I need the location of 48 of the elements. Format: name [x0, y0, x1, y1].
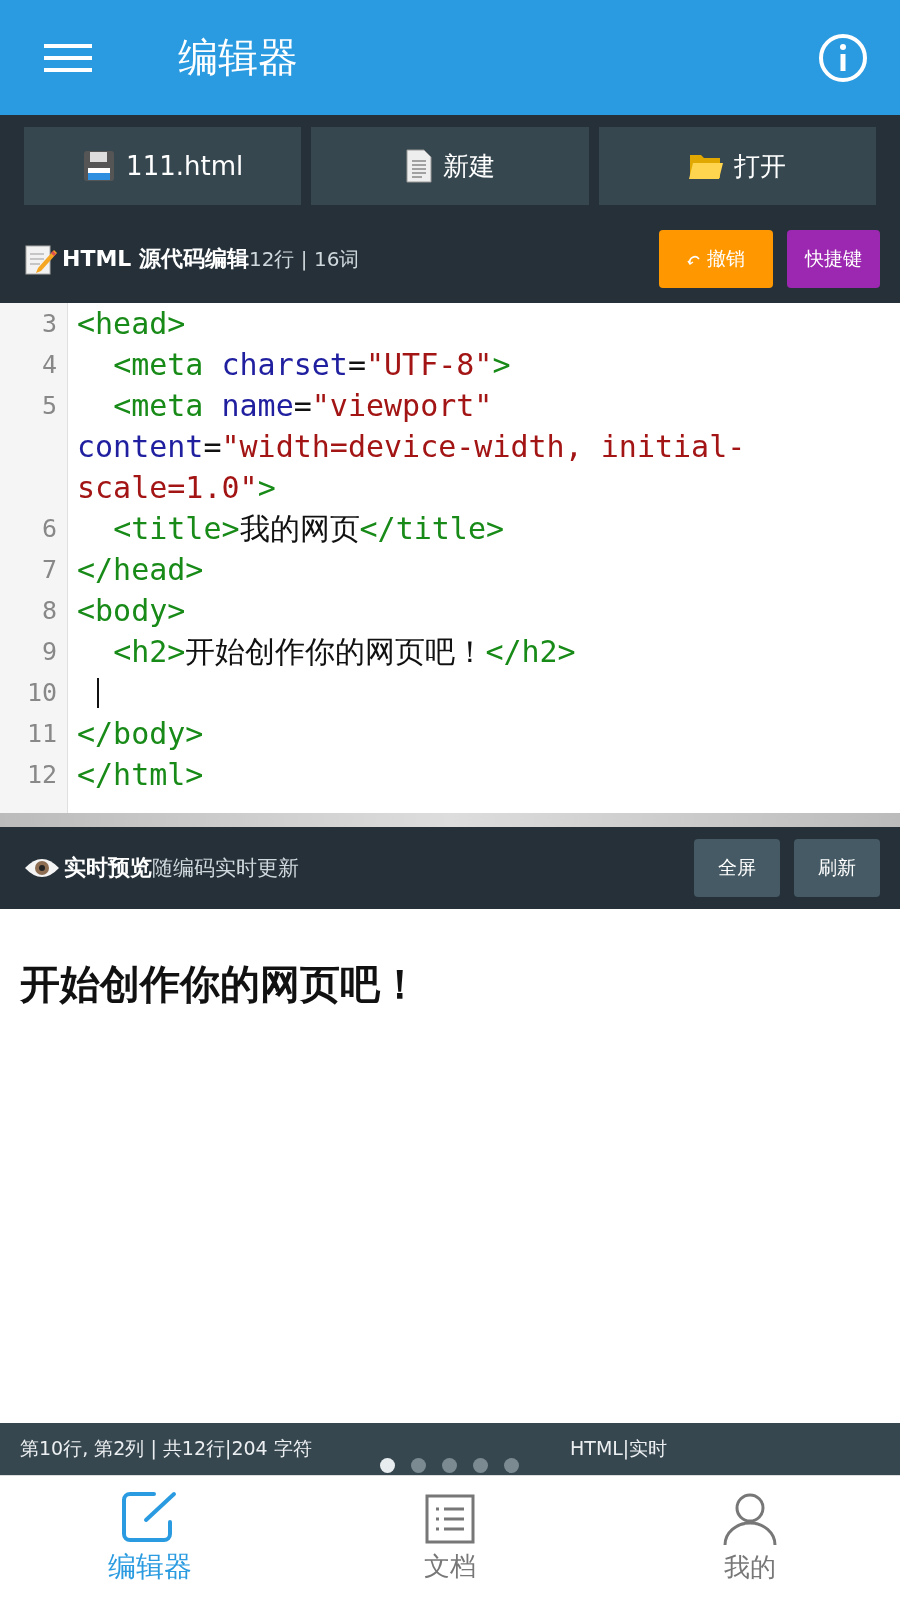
save-button[interactable]: 111.html	[24, 127, 302, 205]
preview-heading: 开始创作你的网页吧！	[20, 960, 421, 1009]
line-number: 6	[40, 513, 58, 545]
menu-icon[interactable]	[44, 42, 92, 73]
editor-title: HTML 源代码编辑	[62, 245, 249, 273]
code-line: <h2>开始创作你的网页吧！</h2>	[112, 634, 576, 669]
editor-mode: HTML|实时	[570, 1436, 668, 1462]
page-dot[interactable]	[504, 1458, 519, 1473]
page-dot[interactable]	[473, 1458, 488, 1473]
code-line: </head>	[77, 552, 204, 587]
shortcuts-button[interactable]: 快捷键	[787, 230, 880, 288]
preview-button[interactable]: 刷新	[794, 839, 880, 897]
line-number: 11	[25, 718, 58, 750]
undo-icon	[687, 253, 701, 265]
page-dot[interactable]	[380, 1458, 395, 1473]
line-number: 3	[40, 308, 58, 340]
new-button[interactable]: 新建	[311, 127, 589, 205]
info-icon[interactable]	[818, 32, 868, 83]
page-dot[interactable]	[442, 1458, 457, 1473]
code-line: <title>我的网页</title>	[112, 511, 505, 546]
editor-stats: 12行 | 16词	[249, 245, 360, 273]
cursor-position: 第10行, 第2列 | 共12行|204 字符	[20, 1436, 313, 1462]
open-button[interactable]: 打开	[598, 127, 876, 205]
nav-tab[interactable]: 我的	[600, 1476, 900, 1600]
line-number: 5	[40, 390, 58, 422]
line-number: 10	[25, 677, 58, 709]
preview-subtitle: 随编码实时更新	[152, 855, 299, 882]
line-number: 8	[40, 595, 58, 627]
code-line: <meta name="viewport" content="width=device-width, initial-scale=1.0">	[77, 388, 746, 505]
list-document-icon	[424, 1492, 476, 1545]
code-line: </body>	[77, 716, 204, 751]
code-line: <meta charset="UTF-8">	[112, 347, 511, 382]
line-number: 4	[40, 349, 58, 381]
line-number: 9	[40, 636, 58, 668]
preview-title: 实时预览	[64, 854, 152, 882]
code-line: </html>	[77, 757, 204, 792]
code-line: <head>	[77, 306, 186, 341]
eye-icon	[24, 856, 60, 880]
document-icon	[405, 149, 433, 183]
app-title: 编辑器	[178, 33, 299, 82]
line-number: 7	[40, 554, 58, 586]
person-icon	[722, 1491, 778, 1546]
page-dot[interactable]	[411, 1458, 426, 1473]
nav-tab[interactable]: 文档	[300, 1476, 600, 1600]
memo-pencil-icon	[24, 242, 58, 276]
code-line: <body>	[77, 593, 186, 628]
line-number: 12	[25, 759, 58, 791]
preview-button[interactable]: 全屏	[694, 839, 780, 897]
